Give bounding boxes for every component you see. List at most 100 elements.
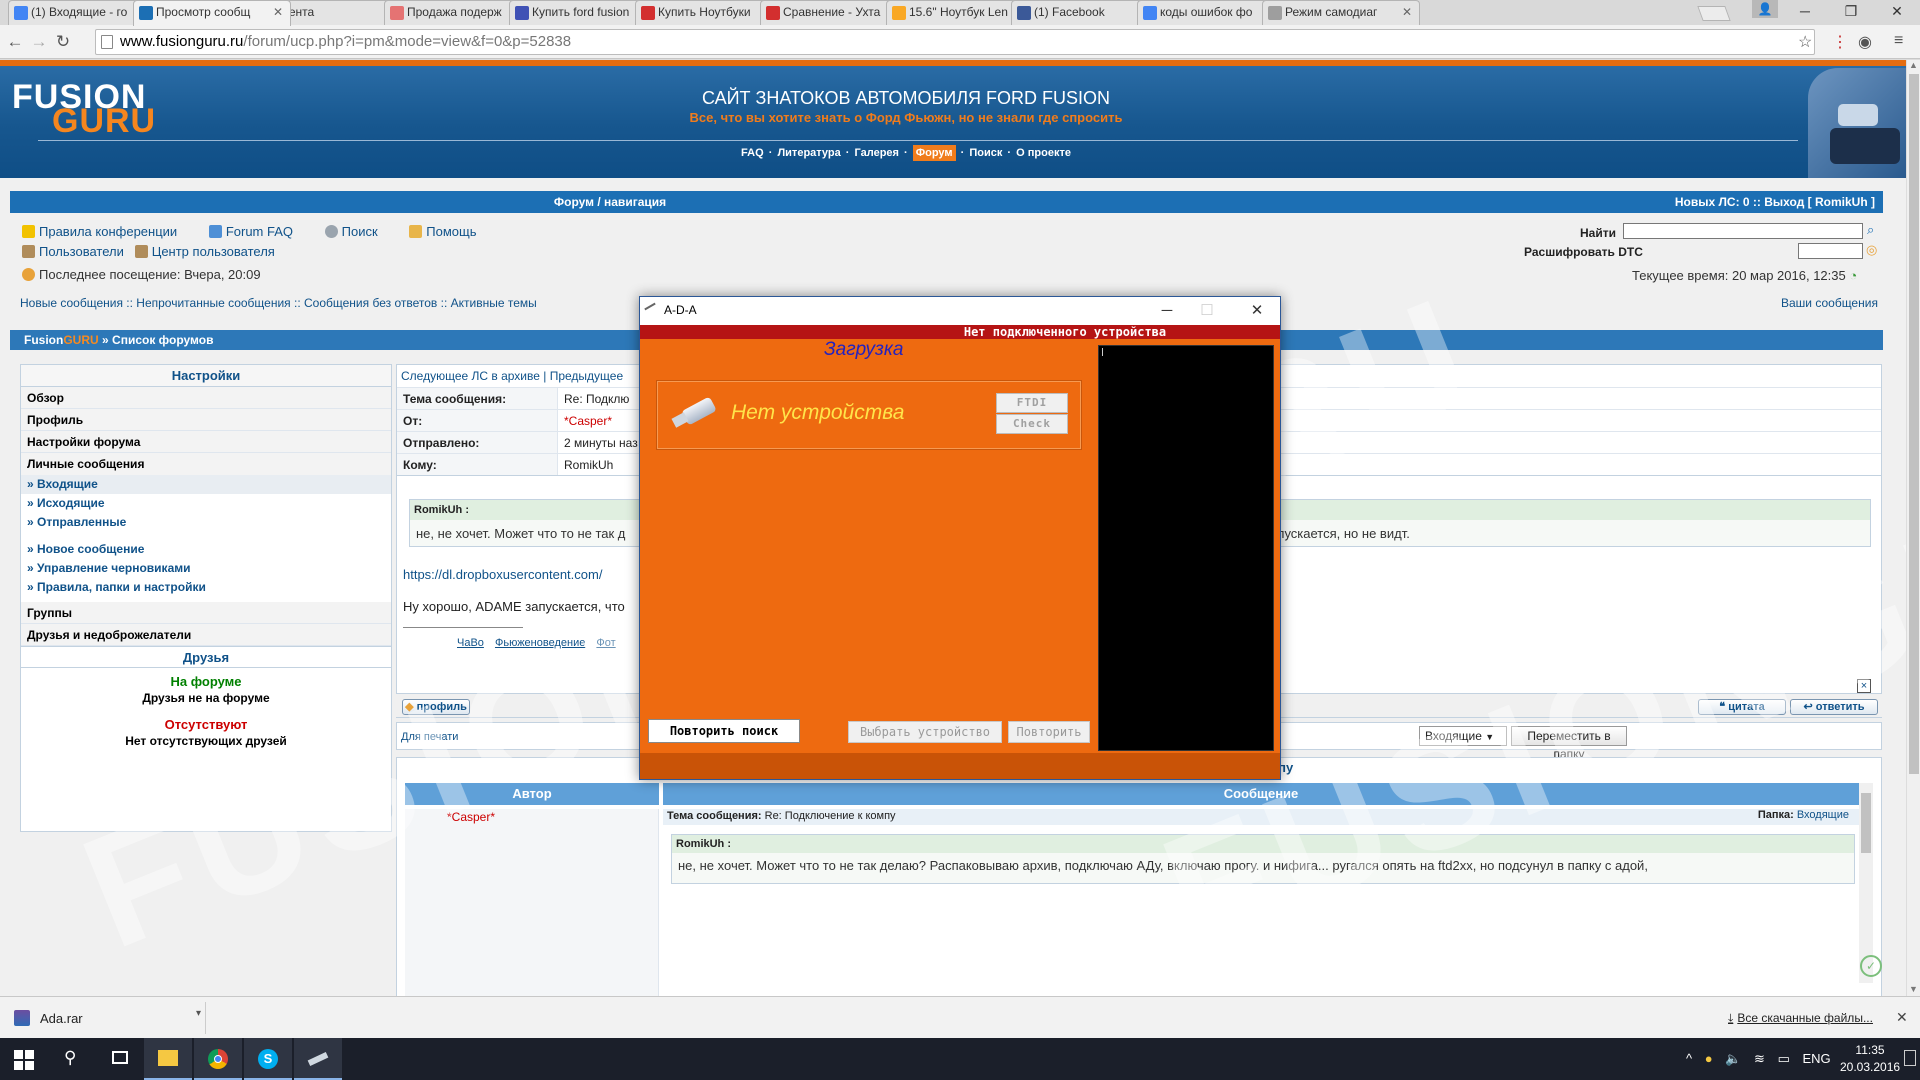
forward-icon[interactable]: →: [28, 31, 50, 53]
navbar-user[interactable]: Новых ЛС: 0 :: Выход [ RomikUh ]: [1675, 191, 1875, 213]
scroll-down-icon[interactable]: ▼: [1909, 984, 1918, 994]
sig-link-fusion[interactable]: Фьюженоведение: [495, 637, 585, 649]
tab-close-icon[interactable]: ✕: [273, 5, 283, 19]
history-author[interactable]: *Casper*: [447, 810, 495, 824]
extension-eye-icon[interactable]: ◉: [1858, 32, 1872, 52]
browser-tab-active[interactable]: Просмотр сообщ ✕: [133, 0, 291, 26]
browser-tab[interactable]: Режим самодиаг ✕: [1262, 0, 1420, 25]
nav-faq[interactable]: FAQ: [741, 147, 764, 159]
address-bar[interactable]: www.fusionguru.ru/forum/ucp.php?i=pm&mod…: [95, 29, 1815, 55]
ucp-link[interactable]: Центр пользователя: [134, 244, 275, 259]
sidebar-item-compose[interactable]: » Новое сообщение: [21, 540, 391, 559]
new-tab-button[interactable]: [1697, 6, 1731, 21]
profile-button[interactable]: ◆ профиль: [402, 699, 470, 715]
nav-literature[interactable]: Литература: [777, 147, 840, 159]
dropbox-link[interactable]: https://dl.dropboxusercontent.com/: [403, 567, 602, 582]
breadcrumb-fusion[interactable]: Fusion: [24, 333, 63, 347]
move-to-folder-button[interactable]: Переместить в папку: [1511, 726, 1627, 761]
sig-link-faq[interactable]: ЧаВо: [457, 637, 484, 649]
retry-button[interactable]: Повторить: [1008, 721, 1090, 743]
task-view-icon[interactable]: [96, 1038, 144, 1080]
dtc-input[interactable]: [1798, 243, 1863, 259]
select-device-button[interactable]: Выбрать устройство: [848, 721, 1002, 743]
reply-button[interactable]: ↩ ответить: [1790, 699, 1878, 715]
chrome-icon[interactable]: [194, 1038, 242, 1080]
sidebar-item-drafts[interactable]: » Управление черновиками: [21, 559, 391, 578]
check-button[interactable]: Check: [996, 414, 1068, 434]
nav-about[interactable]: О проекте: [1016, 147, 1071, 159]
rules-link[interactable]: Правила конференции: [22, 224, 191, 239]
chevron-down-icon[interactable]: ▾: [196, 1008, 201, 1019]
nav-forum[interactable]: Форум: [912, 145, 956, 161]
back-icon[interactable]: ←: [4, 31, 26, 53]
close-window-icon[interactable]: ✕: [1874, 0, 1920, 25]
history-scroll-thumb[interactable]: [1861, 793, 1871, 853]
sidebar-item-inbox[interactable]: » Входящие: [21, 475, 391, 494]
minimize-icon[interactable]: ─: [1782, 0, 1828, 25]
breadcrumb-guru[interactable]: GURU: [63, 333, 98, 347]
search-link[interactable]: Поиск: [324, 224, 392, 239]
wifi-icon[interactable]: ≋: [1754, 1051, 1765, 1066]
sidebar-item-friends[interactable]: Друзья и недоброжелатели: [21, 624, 391, 646]
your-posts-link[interactable]: Ваши сообщения: [1781, 296, 1878, 310]
collapse-icon[interactable]: ×: [1857, 679, 1871, 693]
page-scrollbar[interactable]: ▲ ▼: [1906, 60, 1920, 996]
users-link[interactable]: Пользователи: [22, 244, 124, 259]
sidebar-item-outbox[interactable]: » Исходящие: [21, 494, 391, 513]
extension-icon[interactable]: ⋮: [1832, 32, 1848, 52]
profile-icon[interactable]: 👤: [1752, 0, 1778, 18]
search-input[interactable]: [1623, 223, 1863, 239]
tray-expand-icon[interactable]: ^: [1686, 1051, 1692, 1066]
sidebar-item-forum-settings[interactable]: Настройки форума: [21, 431, 391, 453]
reload-icon[interactable]: ↻: [52, 31, 74, 53]
faq-link[interactable]: Forum FAQ: [208, 224, 307, 239]
sidebar-item-sent[interactable]: » Отправленные: [21, 513, 391, 532]
pm-prev-next[interactable]: Следующее ЛС в архиве | Предыдущее: [401, 369, 623, 383]
ada-taskbar-icon[interactable]: [294, 1038, 342, 1080]
sidebar-item-groups[interactable]: Группы: [21, 602, 391, 624]
windows-start-icon[interactable]: [14, 1050, 34, 1070]
print-link[interactable]: Для печати: [401, 731, 458, 743]
folder-select[interactable]: Входящие ▼: [1419, 726, 1507, 746]
history-scrollbar[interactable]: [1859, 783, 1873, 983]
sidebar-item-overview[interactable]: Обзор: [21, 387, 391, 409]
quick-links[interactable]: Новые сообщения :: Непрочитанные сообщен…: [20, 296, 537, 310]
refresh-icon[interactable]: ◔: [1849, 268, 1857, 283]
message-icon[interactable]: ▭: [1778, 1051, 1790, 1066]
shield-icon[interactable]: ✓: [1860, 955, 1882, 977]
breadcrumb-forums[interactable]: » Список форумов: [102, 333, 213, 347]
show-desktop-icon[interactable]: [1904, 1050, 1916, 1066]
clock[interactable]: 11:35 20.03.2016: [1840, 1042, 1900, 1076]
skype-icon[interactable]: S: [244, 1038, 292, 1080]
all-downloads-link[interactable]: ⤓ Все скачанные файлы...: [1728, 1011, 1873, 1026]
close-icon[interactable]: ✕: [1240, 300, 1274, 322]
sidebar-item-rules[interactable]: » Правила, папки и настройки: [21, 578, 391, 597]
ada-titlebar[interactable]: A-D-A ─ ☐ ✕: [640, 297, 1280, 325]
sig-link-photo[interactable]: Фот: [596, 637, 615, 649]
download-item[interactable]: Ada.rar ▾: [6, 1002, 206, 1034]
bookmark-star-icon[interactable]: ☆: [1798, 32, 1812, 52]
page-scroll-thumb[interactable]: [1909, 74, 1919, 774]
minimize-icon[interactable]: ─: [1150, 300, 1184, 322]
sidebar-item-pm[interactable]: Личные сообщения: [21, 453, 391, 475]
file-explorer-icon[interactable]: [144, 1038, 192, 1080]
maximize-icon[interactable]: ☐: [1190, 300, 1224, 322]
search-icon[interactable]: ⚲: [48, 1038, 96, 1080]
tab-close-icon[interactable]: ✕: [1402, 5, 1412, 19]
ftdi-button[interactable]: FTDI: [996, 393, 1068, 413]
language-indicator[interactable]: ENG: [1802, 1051, 1830, 1066]
menu-icon[interactable]: ≡: [1894, 32, 1903, 50]
quote-button[interactable]: ❝ цитата: [1698, 699, 1786, 715]
retry-search-button[interactable]: Повторить поиск: [648, 719, 800, 743]
sidebar-item-profile[interactable]: Профиль: [21, 409, 391, 431]
nav-gallery[interactable]: Галерея: [855, 147, 899, 159]
help-link[interactable]: Помощь: [409, 224, 490, 239]
tray-app-icon[interactable]: ●: [1705, 1051, 1713, 1066]
dtc-go-icon[interactable]: ◎: [1866, 242, 1877, 258]
nav-search[interactable]: Поиск: [969, 147, 1002, 159]
close-icon[interactable]: ✕: [1896, 1009, 1908, 1026]
scroll-up-icon[interactable]: ▲: [1909, 60, 1918, 70]
volume-icon[interactable]: 🔈: [1725, 1051, 1741, 1066]
search-go-icon[interactable]: ⌕: [1867, 222, 1874, 238]
restore-icon[interactable]: ❐: [1828, 0, 1874, 25]
